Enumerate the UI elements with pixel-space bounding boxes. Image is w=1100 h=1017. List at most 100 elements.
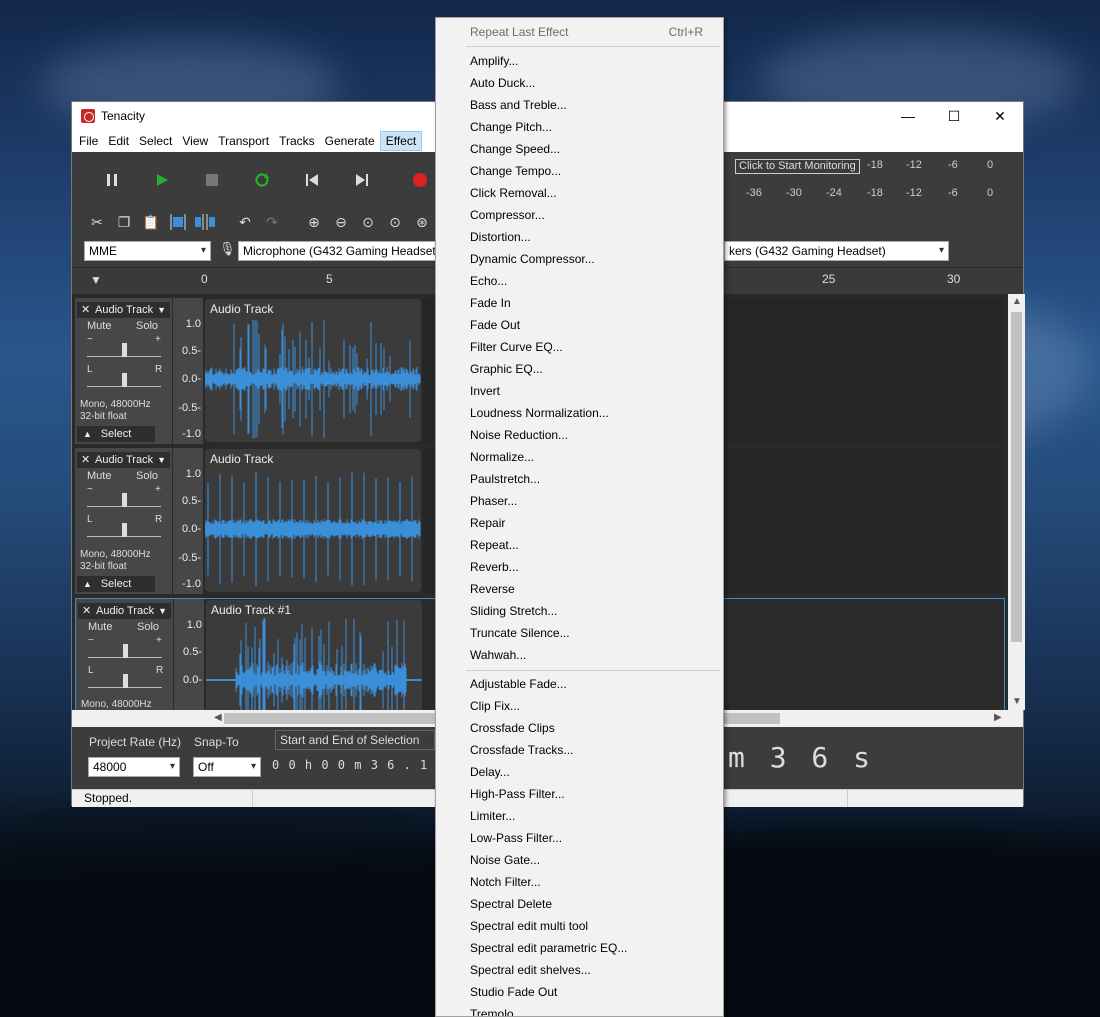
vertical-scroll-thumb[interactable] xyxy=(1011,312,1022,642)
paste-button[interactable]: 📋 xyxy=(140,211,162,233)
mute-button[interactable]: Mute xyxy=(88,621,112,633)
selection-mode-select[interactable]: Start and End of Selection xyxy=(275,730,435,750)
audio-clip[interactable]: Audio Track #1 xyxy=(206,600,422,710)
menu-item-effect[interactable]: Fade In xyxy=(436,292,723,314)
track-select-button[interactable]: ▲ Select xyxy=(77,426,155,442)
solo-button[interactable]: Solo xyxy=(136,320,158,332)
menu-file[interactable]: File xyxy=(74,131,103,151)
menu-item-effect[interactable]: Amplify... xyxy=(436,50,723,72)
menu-transport[interactable]: Transport xyxy=(213,131,274,151)
menu-item-effect[interactable]: Auto Duck... xyxy=(436,72,723,94)
track-header[interactable]: ✕ Audio Track ▼ xyxy=(77,452,170,468)
menu-item-effect[interactable]: Phaser... xyxy=(436,490,723,512)
solo-button[interactable]: Solo xyxy=(136,470,158,482)
menu-item-effect[interactable]: Paulstretch... xyxy=(436,468,723,490)
menu-item-effect[interactable]: Dynamic Compressor... xyxy=(436,248,723,270)
scroll-left-icon[interactable]: ◀ xyxy=(214,712,222,723)
menu-item-effect[interactable]: Truncate Silence... xyxy=(436,622,723,644)
solo-button[interactable]: Solo xyxy=(137,621,159,633)
scroll-down-icon[interactable]: ▼ xyxy=(1012,696,1022,707)
menu-item-effect[interactable]: Spectral Delete xyxy=(436,893,723,915)
menu-tracks[interactable]: Tracks xyxy=(274,131,320,151)
playback-device-select[interactable]: kers (G432 Gaming Headset) ▾ xyxy=(724,241,949,261)
menu-item-effect[interactable]: Change Pitch... xyxy=(436,116,723,138)
menu-item-effect[interactable]: Spectral edit multi tool xyxy=(436,915,723,937)
track-header[interactable]: ✕ Audio Track ▼ xyxy=(77,302,170,318)
silence-button[interactable] xyxy=(194,211,216,233)
menu-item-effect[interactable]: Normalize... xyxy=(436,446,723,468)
zoom-in-button[interactable]: ⊕ xyxy=(303,211,325,233)
menu-item-effect[interactable]: Crossfade Tracks... xyxy=(436,739,723,761)
pan-slider[interactable] xyxy=(87,523,161,537)
menu-item-effect[interactable]: Spectral edit parametric EQ... xyxy=(436,937,723,959)
menu-item-effect[interactable]: Reverb... xyxy=(436,556,723,578)
menu-item-effect[interactable]: Spectral edit shelves... xyxy=(436,959,723,981)
cut-button[interactable]: ✂ xyxy=(86,211,108,233)
minimize-button[interactable]: — xyxy=(885,102,931,130)
close-button[interactable]: ✕ xyxy=(977,102,1023,130)
menu-item-effect[interactable]: Low-Pass Filter... xyxy=(436,827,723,849)
menu-item-effect[interactable]: Compressor... xyxy=(436,204,723,226)
menu-item-effect[interactable]: Noise Gate... xyxy=(436,849,723,871)
menu-item-effect[interactable]: Noise Reduction... xyxy=(436,424,723,446)
fit-project-button[interactable]: ⊙ xyxy=(384,211,406,233)
menu-effect[interactable]: Effect xyxy=(379,131,423,151)
scroll-up-icon[interactable]: ▲ xyxy=(1012,296,1022,307)
chevron-down-icon[interactable]: ▼ xyxy=(157,302,166,318)
track-header[interactable]: ✕ Audio Track ▼ xyxy=(78,603,171,619)
menu-item-effect[interactable]: Bass and Treble... xyxy=(436,94,723,116)
menu-item-effect[interactable]: Click Removal... xyxy=(436,182,723,204)
play-button[interactable] xyxy=(151,169,173,191)
skip-to-end-button[interactable] xyxy=(351,169,373,191)
menu-item-effect[interactable]: Clip Fix... xyxy=(436,695,723,717)
snap-to-select[interactable]: Off ▾ xyxy=(193,757,261,777)
start-monitoring-button[interactable]: Click to Start Monitoring xyxy=(735,159,860,174)
undo-button[interactable]: ↶ xyxy=(234,211,256,233)
record-button[interactable] xyxy=(409,169,431,191)
fit-selection-button[interactable]: ⊙ xyxy=(357,211,379,233)
menu-item-effect[interactable]: Tremolo... xyxy=(436,1003,723,1016)
menu-select[interactable]: Select xyxy=(134,131,177,151)
gain-slider[interactable] xyxy=(87,493,161,507)
gain-slider[interactable] xyxy=(88,644,162,658)
menu-item-effect[interactable]: High-Pass Filter... xyxy=(436,783,723,805)
menu-item-effect[interactable]: Echo... xyxy=(436,270,723,292)
close-track-icon[interactable]: ✕ xyxy=(81,302,90,318)
zoom-out-button[interactable]: ⊖ xyxy=(330,211,352,233)
stop-button[interactable] xyxy=(201,169,223,191)
chevron-down-icon[interactable]: ▼ xyxy=(157,452,166,468)
trim-button[interactable] xyxy=(167,211,189,233)
scroll-right-icon[interactable]: ▶ xyxy=(994,712,1002,723)
pause-button[interactable] xyxy=(101,169,123,191)
mute-button[interactable]: Mute xyxy=(87,320,111,332)
zoom-toggle-button[interactable]: ⊛ xyxy=(411,211,433,233)
menu-edit[interactable]: Edit xyxy=(103,131,134,151)
menu-item-effect[interactable]: Wahwah... xyxy=(436,644,723,666)
menu-item-effect[interactable]: Reverse xyxy=(436,578,723,600)
pan-slider[interactable] xyxy=(87,373,161,387)
menu-item-effect[interactable]: Sliding Stretch... xyxy=(436,600,723,622)
menu-item-effect[interactable]: Crossfade Clips xyxy=(436,717,723,739)
recording-device-select[interactable]: Microphone (G432 Gaming Headset xyxy=(238,241,438,261)
menu-item-effect[interactable]: Fade Out xyxy=(436,314,723,336)
pan-slider[interactable] xyxy=(88,674,162,688)
menu-item-effect[interactable]: Filter Curve EQ... xyxy=(436,336,723,358)
gain-slider[interactable] xyxy=(87,343,161,357)
menu-item-effect[interactable]: Graphic EQ... xyxy=(436,358,723,380)
menu-item-effect[interactable]: Delay... xyxy=(436,761,723,783)
track-select-button[interactable]: ▲ Select xyxy=(77,576,155,592)
vertical-scrollbar[interactable]: ▲ ▼ xyxy=(1008,294,1025,710)
menu-item-effect[interactable]: Notch Filter... xyxy=(436,871,723,893)
menu-item-effect[interactable]: Repair xyxy=(436,512,723,534)
menu-item-effect[interactable]: Loudness Normalization... xyxy=(436,402,723,424)
skip-to-start-button[interactable] xyxy=(301,169,323,191)
audio-host-select[interactable]: MME ▾ xyxy=(84,241,211,261)
menu-item-effect[interactable]: Limiter... xyxy=(436,805,723,827)
maximize-button[interactable]: ☐ xyxy=(931,102,977,130)
audio-clip[interactable]: Audio Track xyxy=(205,449,421,592)
menu-item-effect[interactable]: Studio Fade Out xyxy=(436,981,723,1003)
close-track-icon[interactable]: ✕ xyxy=(82,603,91,619)
close-track-icon[interactable]: ✕ xyxy=(81,452,90,468)
menu-generate[interactable]: Generate xyxy=(320,131,380,151)
menu-item-effect[interactable]: Invert xyxy=(436,380,723,402)
